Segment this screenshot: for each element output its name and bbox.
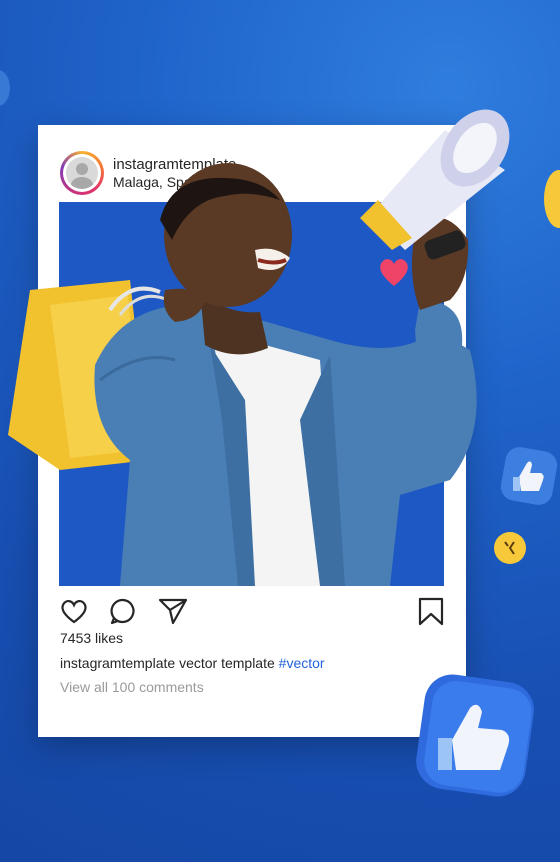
heart-sticker-icon (380, 259, 408, 286)
thumbs-up-icon (500, 447, 558, 505)
likes-count[interactable]: 7453 likes (60, 630, 123, 646)
view-comments-link[interactable]: View all 100 comments (60, 679, 204, 695)
emoji-icon (494, 532, 526, 564)
comment-icon[interactable] (109, 597, 137, 625)
bookmark-icon[interactable] (418, 597, 444, 627)
share-icon[interactable] (158, 597, 188, 625)
post-caption: instagramtemplate vector template #vecto… (60, 655, 325, 671)
decorative-emoji-right (544, 170, 560, 228)
megaphone-icon (360, 109, 510, 260)
caption-hashtag[interactable]: #vector (279, 655, 325, 671)
thumbs-up-badge-icon (416, 674, 534, 797)
heart-icon[interactable] (59, 597, 89, 625)
page: { "post": { "username": "instagramtempla… (0, 0, 560, 862)
caption-username[interactable]: instagramtemplate (60, 655, 175, 671)
caption-text: vector template (179, 655, 275, 671)
